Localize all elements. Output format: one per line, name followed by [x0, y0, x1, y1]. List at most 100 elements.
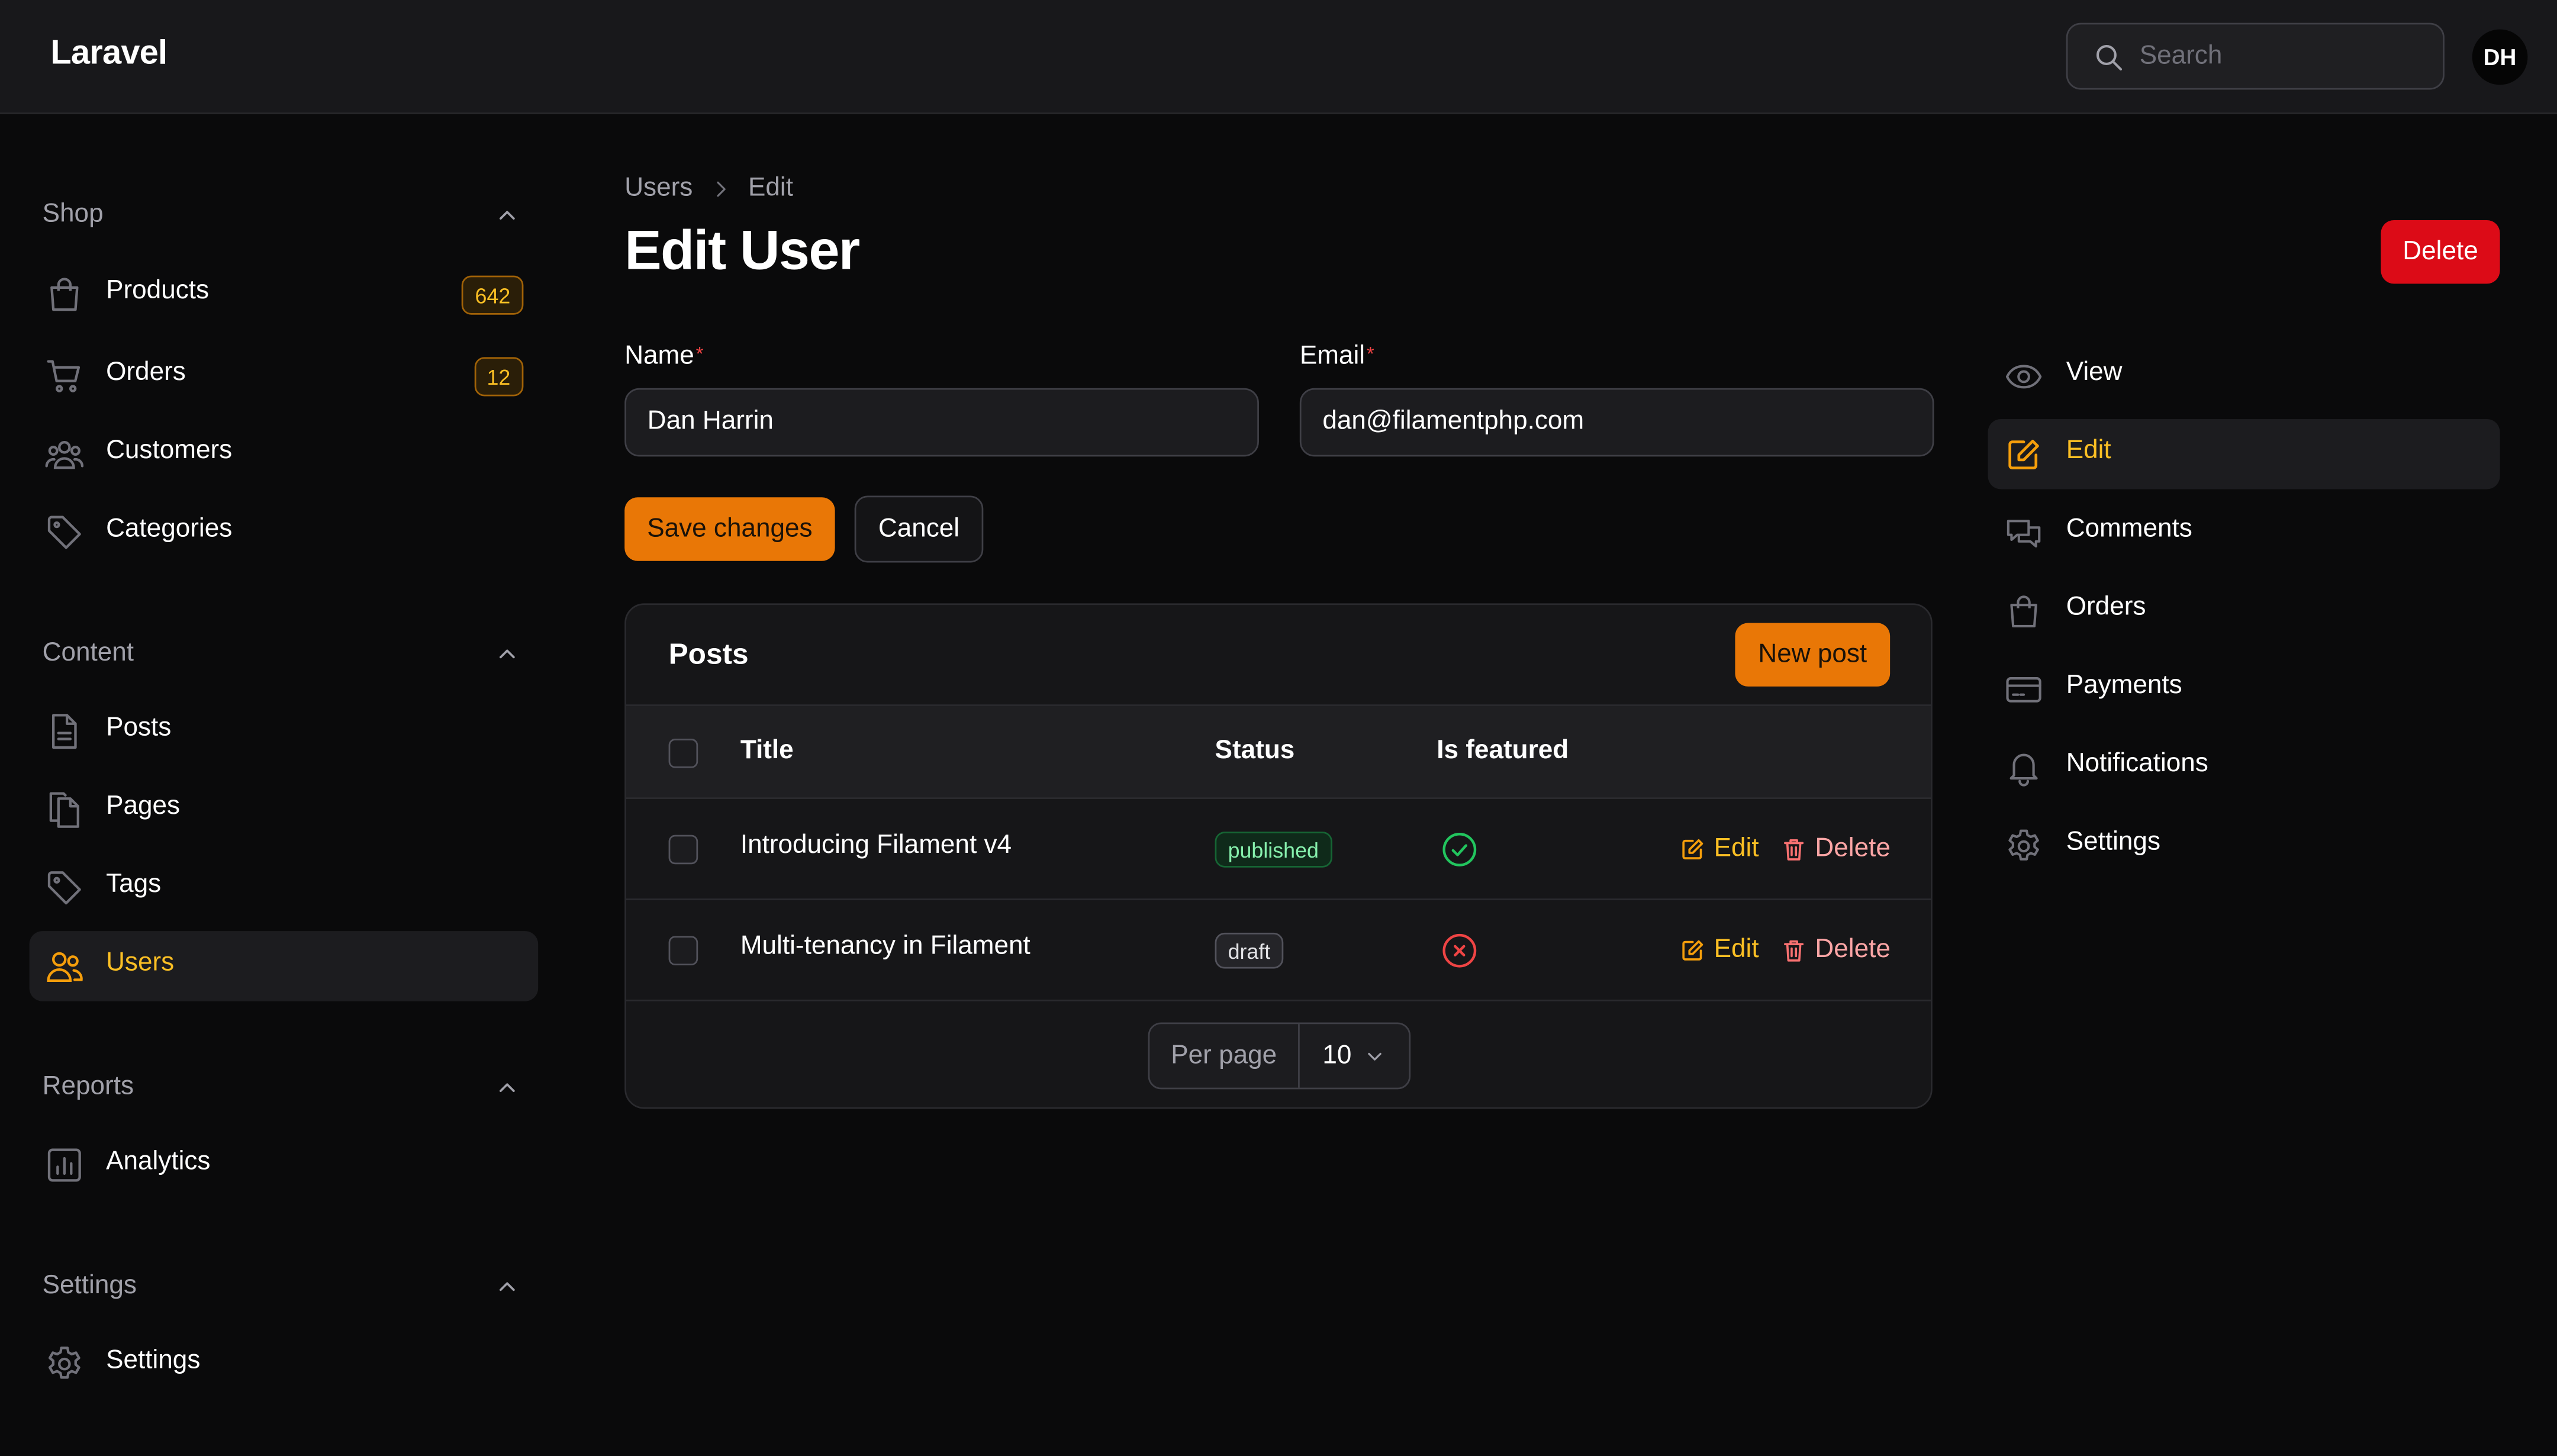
nav-group-reports[interactable]: Reports	[43, 1068, 522, 1107]
name-field-label: Name *	[624, 343, 703, 372]
status-badge: draft	[1215, 932, 1284, 969]
trash-icon	[1781, 836, 1807, 862]
table-row[interactable]: Introducing Filament v4 published Edit D…	[626, 799, 1931, 900]
row-checkbox[interactable]	[668, 936, 698, 966]
save-changes-button[interactable]: Save changes	[624, 497, 835, 561]
eye-icon	[2004, 357, 2043, 396]
shopping-bag-icon	[2004, 592, 2043, 631]
table-row[interactable]: Multi-tenancy in Filament draft Edit Del…	[626, 900, 1931, 1001]
posts-table: Posts New post Title Status Is featured …	[624, 603, 1933, 1109]
breadcrumb: Users Edit	[624, 171, 793, 207]
per-page-control: Per page 10	[1148, 1022, 1411, 1090]
chevron-up-icon[interactable]	[494, 1274, 520, 1300]
subnav-item-label: Settings	[2066, 828, 2160, 856]
chevron-up-icon[interactable]	[494, 1075, 520, 1101]
posts-table-title: Posts	[668, 637, 749, 671]
subnav-item-edit[interactable]: Edit	[1988, 419, 2500, 489]
sidebar-item-label: Posts	[106, 714, 172, 742]
breadcrumb-link-users[interactable]: Users	[624, 175, 693, 204]
subnav-item-orders[interactable]: Orders	[1988, 576, 2500, 646]
chat-bubbles-icon	[2004, 514, 2043, 553]
global-search[interactable]	[2066, 22, 2445, 90]
required-marker: *	[1366, 342, 1374, 366]
email-field[interactable]	[1299, 388, 1934, 457]
sidebar-item-orders[interactable]: Orders 12	[30, 341, 539, 411]
user-avatar[interactable]: DH	[2472, 29, 2528, 85]
subnav-item-label: Payments	[2066, 672, 2182, 700]
chart-bar-icon	[44, 1145, 85, 1186]
subnav-item-label: Comments	[2066, 515, 2192, 543]
sidebar-item-label: Products	[106, 277, 210, 305]
subnav-item-label: View	[2066, 359, 2123, 386]
search-icon	[2092, 41, 2125, 73]
sidebar-item-posts[interactable]: Posts	[30, 696, 539, 766]
subnav-item-view[interactable]: View	[1988, 341, 2500, 411]
sidebar-item-products[interactable]: Products 642	[30, 259, 539, 329]
per-page-value: 10	[1322, 1041, 1352, 1069]
cancel-button[interactable]: Cancel	[854, 495, 984, 563]
new-post-button[interactable]: New post	[1735, 623, 1891, 687]
nav-group-shop[interactable]: Shop	[43, 196, 522, 235]
sidebar-item-categories[interactable]: Categories	[30, 497, 539, 567]
sidebar-item-label: Users	[106, 949, 175, 977]
sidebar-item-users[interactable]: Users	[29, 931, 539, 1001]
cog-icon	[2004, 827, 2043, 866]
row-edit-action[interactable]: Edit	[1680, 931, 1759, 970]
nav-group-label: Content	[42, 639, 134, 667]
sidebar-item-label: Tags	[106, 871, 162, 899]
row-delete-label: Delete	[1815, 835, 1891, 863]
row-edit-action[interactable]: Edit	[1680, 830, 1759, 869]
column-header-title[interactable]: Title	[740, 737, 794, 766]
delete-user-button[interactable]: Delete	[2381, 220, 2500, 284]
name-label-text: Name	[624, 342, 694, 371]
shopping-bag-icon	[44, 274, 85, 315]
breadcrumb-current: Edit	[748, 174, 793, 202]
bell-icon	[2004, 749, 2043, 788]
nav-group-label: Shop	[42, 200, 104, 228]
select-all-checkbox[interactable]	[668, 739, 698, 768]
row-checkbox[interactable]	[668, 835, 698, 865]
subnav-item-notifications[interactable]: Notifications	[1988, 732, 2500, 802]
pencil-square-icon	[1680, 938, 1706, 964]
tag-icon	[44, 868, 85, 909]
subnav-item-settings[interactable]: Settings	[1988, 810, 2500, 880]
subnav-item-payments[interactable]: Payments	[1988, 654, 2500, 724]
sidebar-item-label: Settings	[106, 1347, 201, 1375]
check-circle-icon	[1440, 830, 1479, 869]
per-page-select[interactable]: 10	[1300, 1024, 1409, 1087]
chevron-up-icon[interactable]	[494, 641, 520, 667]
tag-icon	[44, 512, 85, 553]
search-input[interactable]	[2139, 37, 2425, 77]
column-header-is-featured[interactable]: Is featured	[1437, 737, 1569, 766]
subnav-item-comments[interactable]: Comments	[1988, 497, 2500, 567]
nav-group-settings[interactable]: Settings	[43, 1267, 522, 1306]
sidebar-item-label: Customers	[106, 437, 233, 465]
row-delete-action[interactable]: Delete	[1781, 931, 1891, 970]
sidebar-item-pages[interactable]: Pages	[30, 775, 539, 845]
brand-logo[interactable]: Laravel	[50, 34, 168, 73]
post-title: Introducing Filament v4	[740, 832, 1012, 859]
subnav-item-label: Orders	[2066, 593, 2146, 621]
chevron-down-icon	[1363, 1045, 1386, 1068]
sidebar-item-label: Categories	[106, 515, 233, 543]
trash-icon	[1781, 938, 1807, 964]
nav-group-label: Reports	[42, 1072, 134, 1101]
cog-icon	[44, 1344, 85, 1384]
credit-card-icon	[2004, 670, 2043, 709]
row-edit-label: Edit	[1714, 936, 1759, 964]
chevron-up-icon[interactable]	[494, 202, 520, 228]
column-header-status[interactable]: Status	[1215, 737, 1295, 766]
sidebar-item-customers[interactable]: Customers	[30, 419, 539, 489]
per-page-label: Per page	[1149, 1024, 1300, 1088]
subnav-item-label: Notifications	[2066, 750, 2208, 778]
name-field[interactable]	[624, 388, 1259, 457]
sidebar-item-tags[interactable]: Tags	[30, 853, 539, 923]
count-badge: 642	[462, 275, 524, 315]
subnav-item-label: Edit	[2066, 437, 2111, 465]
sidebar-item-settings[interactable]: Settings	[30, 1329, 539, 1399]
sidebar-item-analytics[interactable]: Analytics	[30, 1130, 539, 1200]
pencil-square-icon	[1680, 836, 1706, 862]
row-delete-action[interactable]: Delete	[1781, 830, 1891, 869]
post-title: Multi-tenancy in Filament	[740, 932, 1030, 961]
nav-group-content[interactable]: Content	[43, 634, 522, 674]
